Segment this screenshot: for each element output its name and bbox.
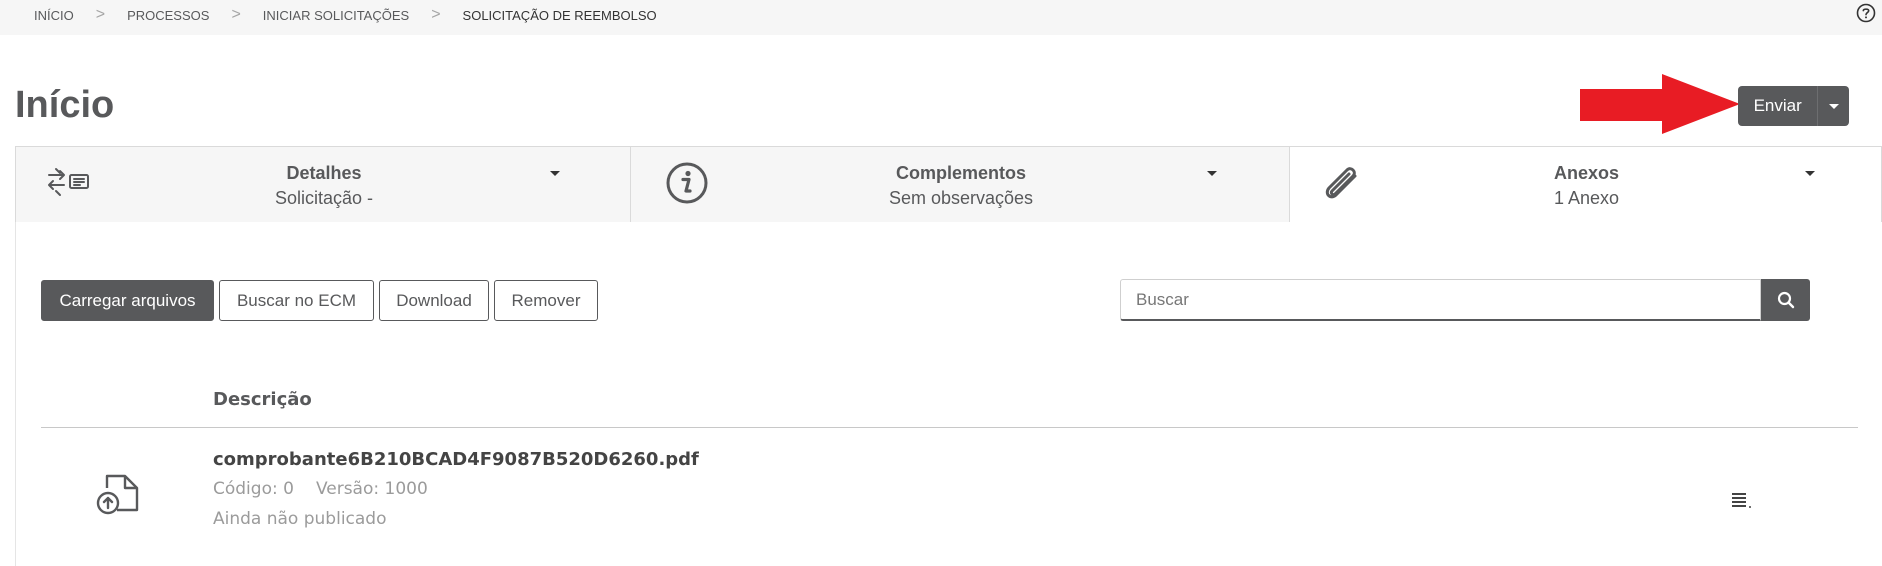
file-name[interactable]: comprobante6B210BCAD4F9087B520D6260.pdf (213, 449, 699, 470)
chevron-down-icon[interactable] (550, 171, 560, 176)
tab-title: Complementos (895, 163, 1027, 183)
tab-anexos[interactable]: Anexos 1 Anexo (1289, 146, 1882, 222)
breadcrumb-separator: > (431, 6, 441, 23)
breadcrumb-bar: INÍCIO > PROCESSOS > INICIAR SOLICITAÇÕE… (0, 0, 1882, 35)
table-divider (41, 427, 1858, 428)
send-button-group: Enviar (1738, 86, 1849, 126)
upload-files-button[interactable]: Carregar arquivos (41, 280, 214, 321)
tab-strip: Detalhes Solicitação - Complementos Sem … (15, 146, 1882, 223)
red-arrow-icon (1580, 74, 1740, 134)
tab-title: Anexos (1553, 163, 1620, 183)
breadcrumb-item-processos[interactable]: PROCESSOS (127, 8, 209, 23)
search-input[interactable] (1120, 279, 1761, 321)
chevron-down-icon[interactable] (1805, 171, 1815, 176)
file-upload-icon (96, 474, 139, 515)
breadcrumb-item-iniciar-solicitacoes[interactable]: INICIAR SOLICITAÇÕES (263, 8, 409, 23)
column-header-descricao: Descrição (213, 389, 312, 410)
breadcrumb-separator: > (231, 6, 241, 23)
tab-subtitle: Sem observações (888, 188, 1034, 208)
tab-complementos[interactable]: Complementos Sem observações (630, 146, 1290, 222)
file-meta: Código: 0 Versão: 1000 (213, 479, 428, 499)
breadcrumb: INÍCIO > PROCESSOS > INICIAR SOLICITAÇÕE… (34, 0, 657, 30)
attachments-toolbar: Carregar arquivos Buscar no ECM Download… (41, 280, 598, 321)
tab-title: Detalhes (286, 163, 362, 183)
file-status: Ainda não publicado (213, 509, 387, 529)
search-icon (1777, 291, 1794, 309)
breadcrumb-separator: > (95, 6, 106, 23)
chevron-down-icon[interactable] (1207, 171, 1217, 176)
file-code: Código: 0 (213, 479, 294, 499)
tab-detalhes[interactable]: Detalhes Solicitação - (15, 146, 631, 222)
file-version: Versão: 1000 (315, 479, 428, 499)
search-button[interactable] (1761, 279, 1810, 321)
help-icon[interactable] (1856, 3, 1876, 23)
breadcrumb-item-current: SOLICITAÇÃO DE REEMBOLSO (462, 7, 657, 23)
tab-subtitle: Solicitação - (274, 188, 374, 208)
chevron-down-icon (1828, 103, 1839, 109)
breadcrumb-item-inicio[interactable]: INÍCIO (34, 8, 74, 23)
remove-button[interactable]: Remover (494, 280, 598, 321)
search-group (1120, 279, 1810, 321)
send-options-button[interactable] (1817, 86, 1849, 126)
download-button[interactable]: Download (379, 280, 489, 321)
search-ecm-button[interactable]: Buscar no ECM (219, 280, 374, 321)
row-menu-icon[interactable] (1731, 492, 1753, 510)
page-title: Início (15, 84, 115, 126)
send-button[interactable]: Enviar (1738, 86, 1818, 126)
tab-subtitle: 1 Anexo (1553, 188, 1620, 208)
